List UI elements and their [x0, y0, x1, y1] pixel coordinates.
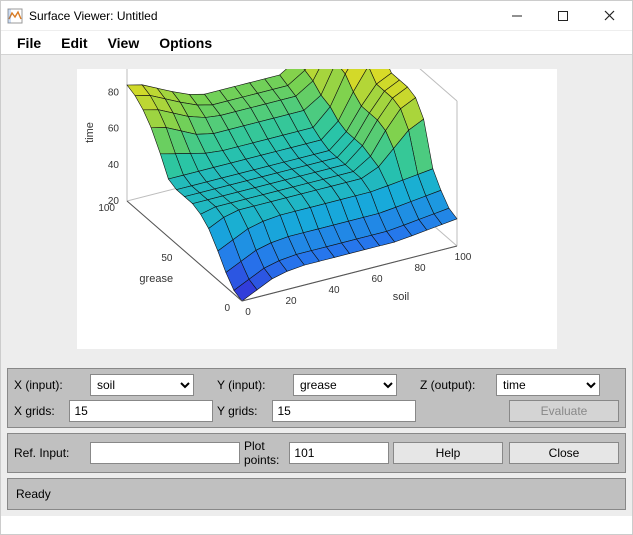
window-controls — [494, 1, 632, 31]
titlebar: Surface Viewer: Untitled — [1, 1, 632, 31]
zoutput-select[interactable]: time — [496, 374, 600, 396]
help-button[interactable]: Help — [393, 442, 503, 464]
surface-plot[interactable]: 02040608010005010020406080100soilgreaset… — [77, 69, 557, 349]
menubar: File Edit View Options — [1, 31, 632, 55]
xinput-select[interactable]: soil — [90, 374, 194, 396]
status-bar: Ready — [7, 478, 626, 510]
xgrids-label: X grids: — [14, 404, 63, 418]
svg-text:50: 50 — [161, 253, 173, 264]
yinput-label: Y (input): — [217, 378, 287, 392]
svg-text:20: 20 — [107, 196, 119, 207]
close-button[interactable]: Close — [509, 442, 619, 464]
close-window-button[interactable] — [586, 1, 632, 31]
svg-text:time: time — [84, 122, 96, 143]
svg-text:60: 60 — [371, 274, 383, 285]
plotpoints-label: Plot points: — [244, 439, 283, 467]
svg-text:soil: soil — [392, 291, 409, 303]
xinput-label: X (input): — [14, 378, 84, 392]
svg-text:80: 80 — [107, 87, 119, 98]
svg-text:40: 40 — [328, 285, 340, 296]
ygrids-label: Y grids: — [217, 404, 266, 418]
evaluate-button[interactable]: Evaluate — [509, 400, 619, 422]
maximize-button[interactable] — [540, 1, 586, 31]
svg-text:100: 100 — [454, 252, 471, 263]
menu-edit[interactable]: Edit — [51, 33, 97, 53]
svg-text:40: 40 — [107, 160, 119, 171]
xgrids-input[interactable] — [69, 400, 213, 422]
refinput-input[interactable] — [90, 442, 240, 464]
ref-panel: Ref. Input: Plot points: Help Close — [7, 433, 626, 473]
minimize-button[interactable] — [494, 1, 540, 31]
menu-view[interactable]: View — [98, 33, 150, 53]
svg-text:20: 20 — [285, 296, 297, 307]
app-icon — [7, 8, 23, 24]
window-title: Surface Viewer: Untitled — [29, 9, 158, 23]
menu-options[interactable]: Options — [149, 33, 222, 53]
status-text: Ready — [16, 487, 51, 501]
plotpoints-input[interactable] — [289, 442, 389, 464]
svg-text:60: 60 — [107, 124, 119, 135]
input-panel: X (input): soil Y (input): grease Z (out… — [7, 368, 626, 428]
yinput-select[interactable]: grease — [293, 374, 397, 396]
controls: X (input): soil Y (input): grease Z (out… — [1, 363, 632, 516]
menu-file[interactable]: File — [7, 33, 51, 53]
svg-text:grease: grease — [139, 273, 173, 285]
zoutput-label: Z (output): — [420, 378, 490, 392]
svg-text:80: 80 — [414, 263, 426, 274]
refinput-label: Ref. Input: — [14, 446, 84, 460]
ygrids-input[interactable] — [272, 400, 416, 422]
svg-text:0: 0 — [245, 307, 251, 318]
svg-text:0: 0 — [224, 303, 230, 314]
plot-area: 02040608010005010020406080100soilgreaset… — [1, 55, 632, 363]
